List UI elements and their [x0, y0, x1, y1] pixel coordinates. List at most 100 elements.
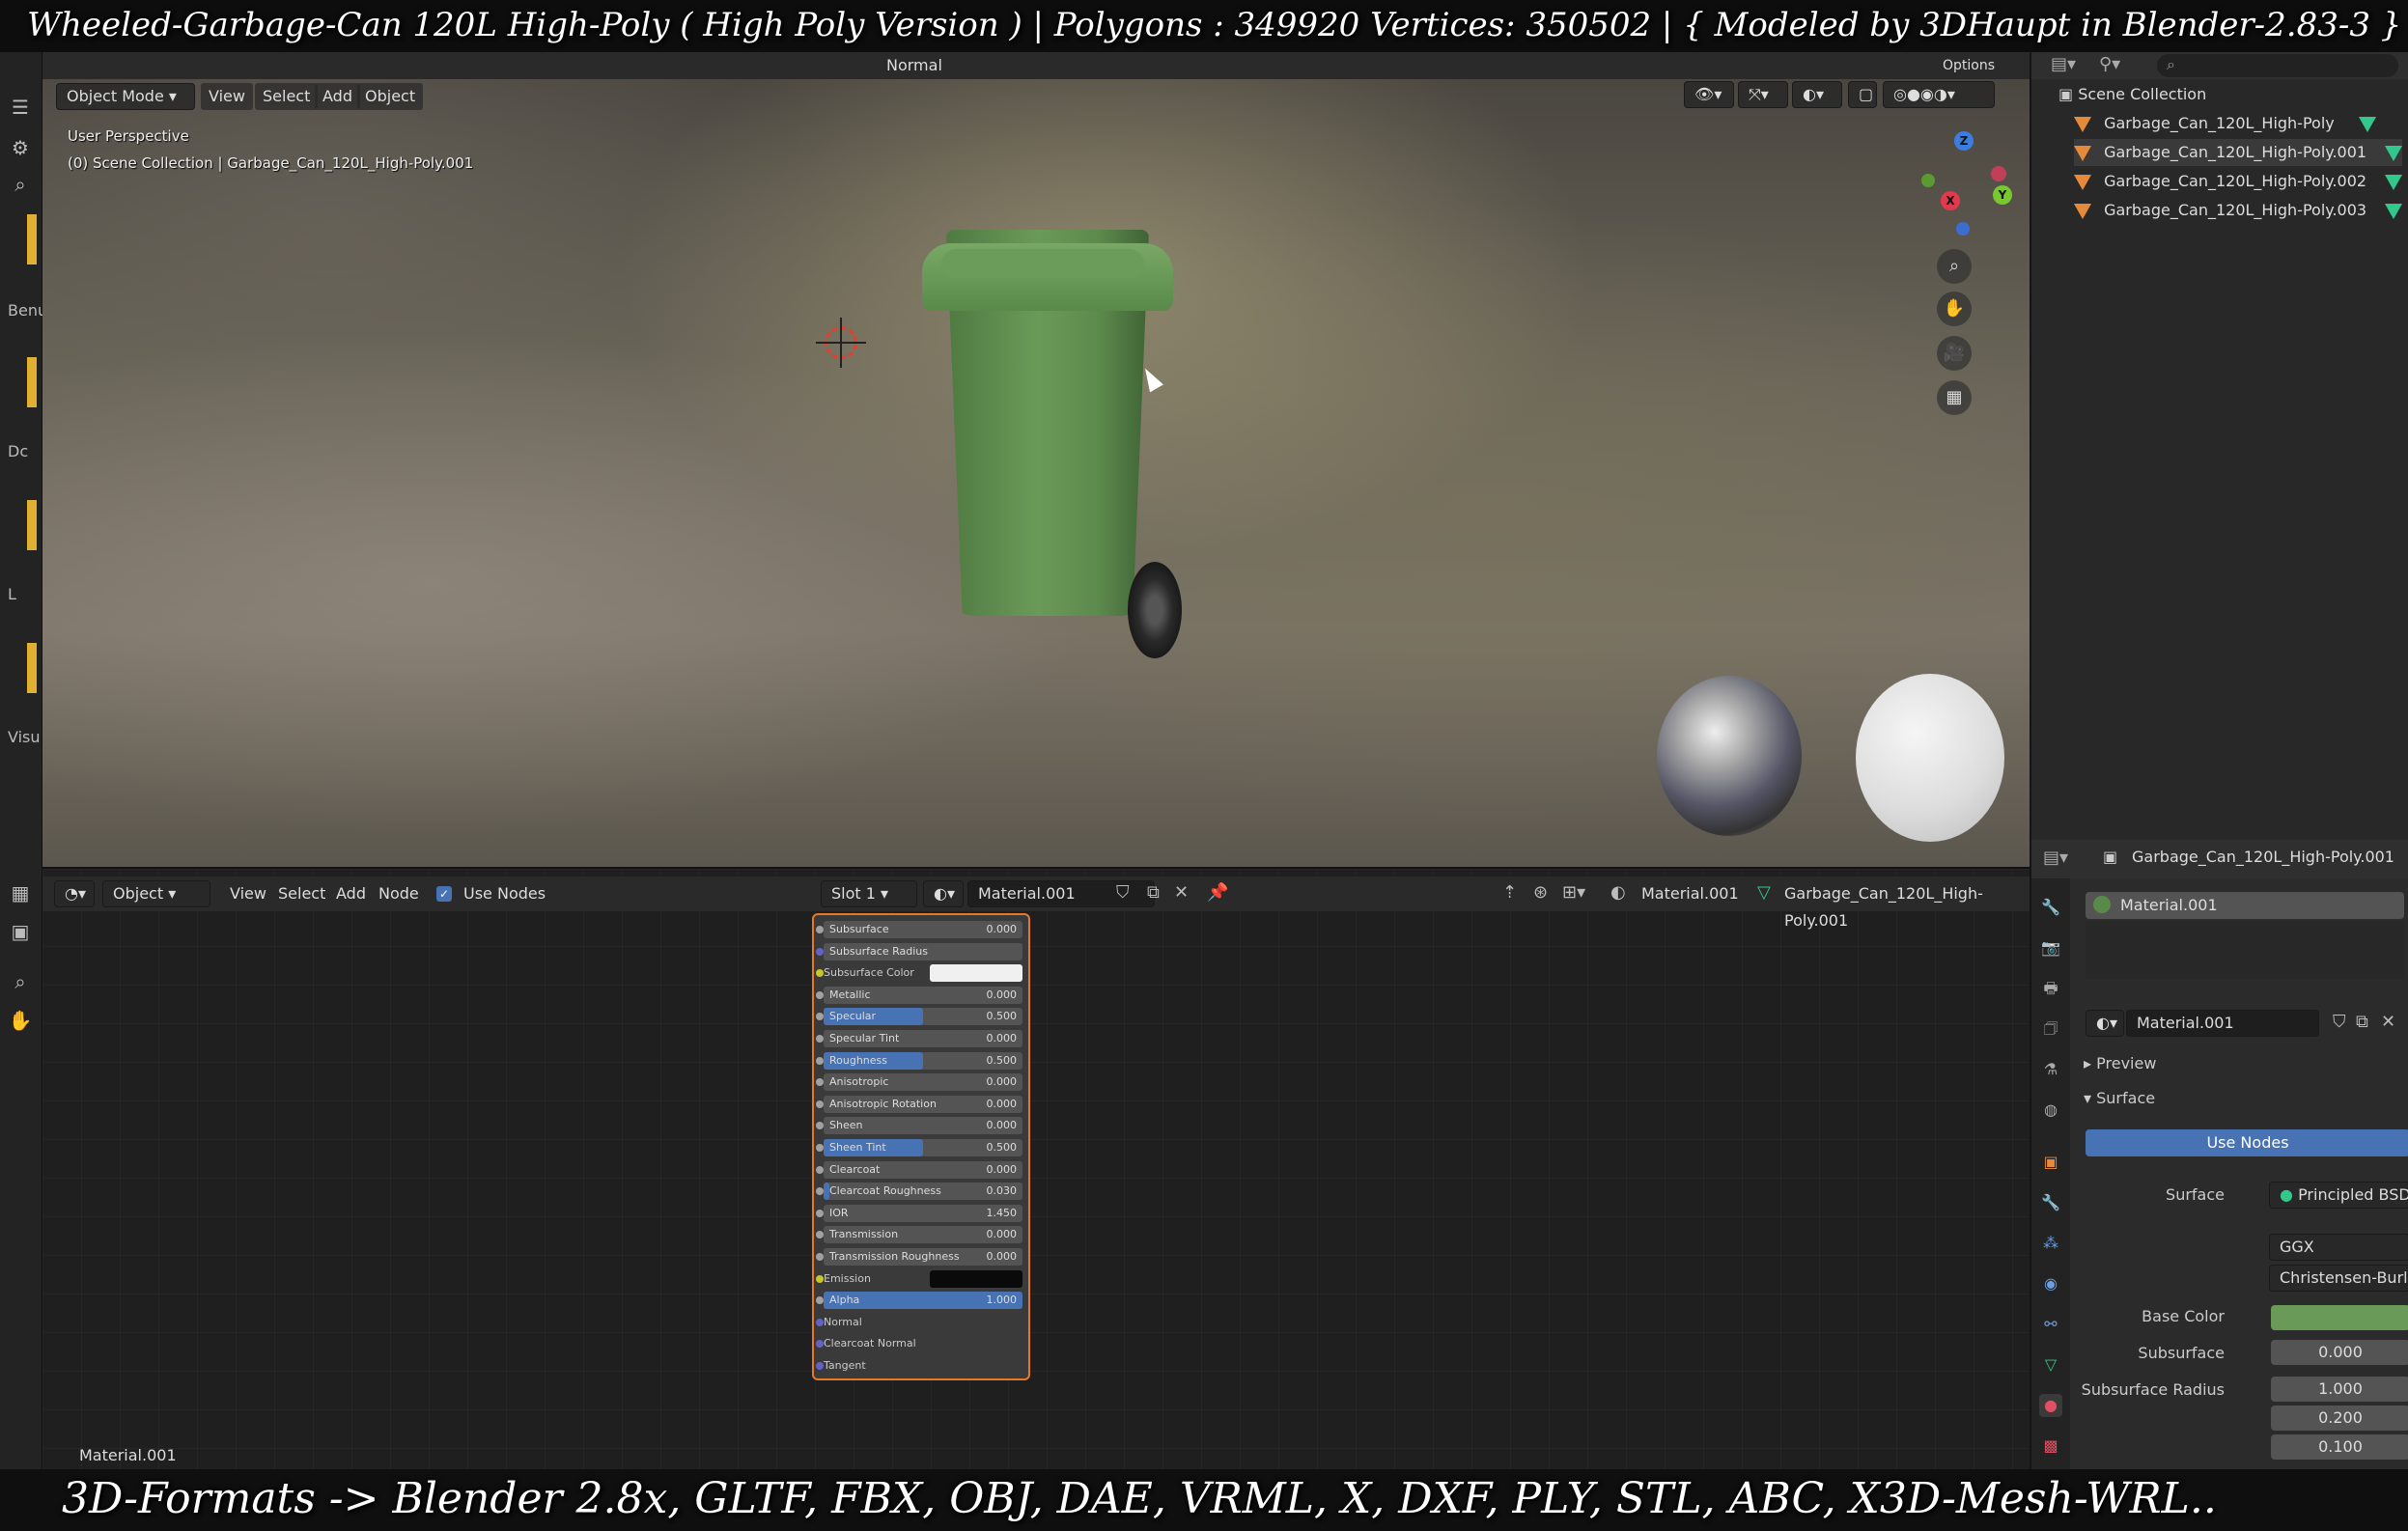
- socket-color-swatch[interactable]: [930, 1269, 1022, 1288]
- subsurface-radius-y[interactable]: 0.200: [2271, 1406, 2408, 1431]
- render-tab-icon[interactable]: 📷: [2039, 936, 2062, 960]
- grid-nav-icon[interactable]: ▦: [1937, 380, 1972, 415]
- use-nodes-checkbox[interactable]: ✓: [436, 886, 452, 902]
- outliner-search-input[interactable]: ⌕: [2157, 54, 2398, 77]
- tool-chip-1[interactable]: [27, 214, 37, 264]
- socket-value-field[interactable]: IOR 1.450: [824, 1204, 1022, 1222]
- orientation-dropdown[interactable]: Normal: [879, 52, 950, 79]
- search-icon[interactable]: ⌕: [8, 172, 33, 197]
- distribution-dropdown[interactable]: GGX: [2269, 1234, 2408, 1261]
- physics-tab-icon[interactable]: ◉: [2039, 1272, 2062, 1295]
- ne-add-menu[interactable]: Add: [328, 880, 374, 907]
- socket-dot-icon[interactable]: [816, 1056, 824, 1065]
- socket-dot-icon[interactable]: [816, 1318, 824, 1326]
- surface-shader-dropdown[interactable]: ● Principled BSDF: [2269, 1182, 2408, 1209]
- view-icon[interactable]: ▣: [8, 919, 33, 944]
- socket-dot-icon[interactable]: [816, 1078, 824, 1087]
- principled-bsdf-node[interactable]: Subsurface 0.000 Subsurface Radius Subsurfa…: [812, 913, 1030, 1380]
- node-socket-row[interactable]: Anisotropic Rotation 0.000: [816, 1095, 1022, 1113]
- view-layer-tab-icon[interactable]: 🗇: [2039, 1017, 2062, 1041]
- material-datablock-field[interactable]: Material.001: [2126, 1010, 2319, 1037]
- node-socket-row[interactable]: Clearcoat Normal: [816, 1335, 1022, 1352]
- node-socket-row[interactable]: Specular Tint 0.000: [816, 1030, 1022, 1047]
- preview-panel-header[interactable]: ▸ Preview: [2084, 1054, 2156, 1072]
- node-socket-row[interactable]: Transmission Roughness 0.000: [816, 1248, 1022, 1266]
- socket-dot-icon[interactable]: [816, 1253, 824, 1261]
- socket-dot-icon[interactable]: [816, 1274, 824, 1283]
- gizmo-neg-y[interactable]: [1921, 174, 1935, 187]
- socket-dot-icon[interactable]: [816, 1035, 824, 1043]
- output-tab-icon[interactable]: 🖶: [2039, 977, 2062, 1000]
- view-menu[interactable]: View: [201, 83, 253, 110]
- duplicate-icon[interactable]: ⧉: [1147, 882, 1160, 903]
- unlink-icon[interactable]: ✕: [2381, 1012, 2395, 1032]
- socket-value-field[interactable]: Clearcoat 0.000: [824, 1160, 1022, 1179]
- pan-nav-icon[interactable]: ✋: [1937, 292, 1972, 326]
- node-socket-row[interactable]: Specular 0.500: [816, 1008, 1022, 1026]
- socket-dot-icon[interactable]: [816, 990, 824, 999]
- scene-collection-row[interactable]: ▣ Scene Collection: [2058, 81, 2206, 108]
- gizmo-neg-x[interactable]: [1991, 166, 2006, 181]
- socket-dot-icon[interactable]: [816, 1165, 824, 1174]
- socket-value-field[interactable]: Metallic 0.000: [824, 986, 1022, 1004]
- 3d-viewport[interactable]: Object Mode ▾ View Select Add Object Use…: [42, 79, 2030, 867]
- editor-type-icon[interactable]: ◔▾: [54, 880, 95, 907]
- socket-dot-icon[interactable]: [816, 1231, 824, 1239]
- ne-node-menu[interactable]: Node: [371, 880, 427, 907]
- socket-dot-icon[interactable]: [816, 1340, 824, 1349]
- socket-value-field[interactable]: Specular Tint 0.000: [824, 1030, 1022, 1047]
- snap-settings-icon[interactable]: ⊞▾: [1562, 882, 1585, 903]
- socket-value-field[interactable]: Sheen 0.000: [824, 1117, 1022, 1135]
- socket-dot-icon[interactable]: [816, 1362, 824, 1370]
- node-socket-row[interactable]: Subsurface Radius: [816, 942, 1022, 960]
- socket-dot-icon[interactable]: [816, 947, 824, 956]
- fake-user-icon[interactable]: ⛉: [2333, 1012, 2346, 1032]
- unlink-icon[interactable]: ✕: [1174, 882, 1189, 903]
- socket-value-field[interactable]: Transmission 0.000: [824, 1226, 1022, 1244]
- socket-dot-icon[interactable]: [816, 926, 824, 933]
- add-menu[interactable]: Add: [315, 83, 360, 110]
- editor-type-icon[interactable]: ▤▾: [2043, 848, 2068, 868]
- ne-view-menu[interactable]: View: [222, 880, 274, 907]
- base-color-swatch[interactable]: [2271, 1305, 2408, 1330]
- tool-chip-3[interactable]: [27, 500, 37, 550]
- world-tab-icon[interactable]: ◍: [2039, 1099, 2062, 1122]
- options-dropdown[interactable]: Options: [1935, 52, 2002, 79]
- socket-value-field[interactable]: Roughness 0.500: [824, 1051, 1022, 1070]
- socket-value-field[interactable]: Anisotropic Rotation 0.000: [824, 1095, 1022, 1113]
- socket-value-field[interactable]: Subsurface Radius: [824, 942, 1022, 960]
- outliner-item-1[interactable]: Garbage_Can_120L_High-Poly.001: [2074, 139, 2403, 166]
- gizmo-y[interactable]: Y: [1993, 185, 2012, 205]
- node-socket-row[interactable]: Alpha 1.000: [816, 1292, 1022, 1310]
- tool-chip-2[interactable]: [27, 357, 37, 407]
- select-menu[interactable]: Select: [255, 83, 319, 110]
- node-socket-row[interactable]: IOR 1.450: [816, 1204, 1022, 1222]
- socket-value-field[interactable]: Clearcoat Roughness 0.030: [824, 1183, 1022, 1201]
- outliner-item-3[interactable]: Garbage_Can_120L_High-Poly.003: [2074, 197, 2403, 224]
- surface-panel-header[interactable]: ▾ Surface: [2084, 1089, 2155, 1107]
- pin-icon[interactable]: 📌: [1207, 882, 1228, 903]
- material-browse-icon[interactable]: ◐▾: [2086, 1010, 2124, 1037]
- parent-node-icon[interactable]: ⇡: [1502, 882, 1517, 903]
- socket-color-swatch[interactable]: [930, 964, 1022, 983]
- filter-icon[interactable]: ⚲▾: [2099, 54, 2120, 74]
- socket-dot-icon[interactable]: [816, 1122, 824, 1130]
- socket-value-field[interactable]: Alpha 1.000: [824, 1292, 1022, 1310]
- node-socket-row[interactable]: Sheen Tint 0.500: [816, 1139, 1022, 1156]
- node-socket-row[interactable]: Anisotropic 0.000: [816, 1073, 1022, 1092]
- subsurface-radius-x[interactable]: 1.000: [2271, 1377, 2408, 1402]
- tool-chip-4[interactable]: [27, 643, 37, 693]
- slot-dropdown[interactable]: Slot 1 ▾: [821, 880, 917, 907]
- object-tab-icon[interactable]: ▣: [2039, 1151, 2062, 1174]
- menu-icon[interactable]: ☰: [8, 95, 33, 120]
- camera-nav-icon[interactable]: 🎥: [1937, 336, 1972, 371]
- node-socket-row[interactable]: Metallic 0.000: [816, 986, 1022, 1004]
- node-socket-row[interactable]: Roughness 0.500: [816, 1051, 1022, 1070]
- socket-value-field[interactable]: Anisotropic 0.000: [824, 1073, 1022, 1092]
- material-browse-icon[interactable]: ◐▾: [923, 880, 964, 907]
- editor-type-icon[interactable]: ▦: [8, 880, 33, 905]
- overlay-icon[interactable]: ◐▾: [1792, 81, 1842, 108]
- gizmo-neg-z[interactable]: [1956, 222, 1970, 236]
- outliner-item-2[interactable]: Garbage_Can_120L_High-Poly.002: [2074, 168, 2403, 195]
- node-socket-row[interactable]: Transmission 0.000: [816, 1226, 1022, 1244]
